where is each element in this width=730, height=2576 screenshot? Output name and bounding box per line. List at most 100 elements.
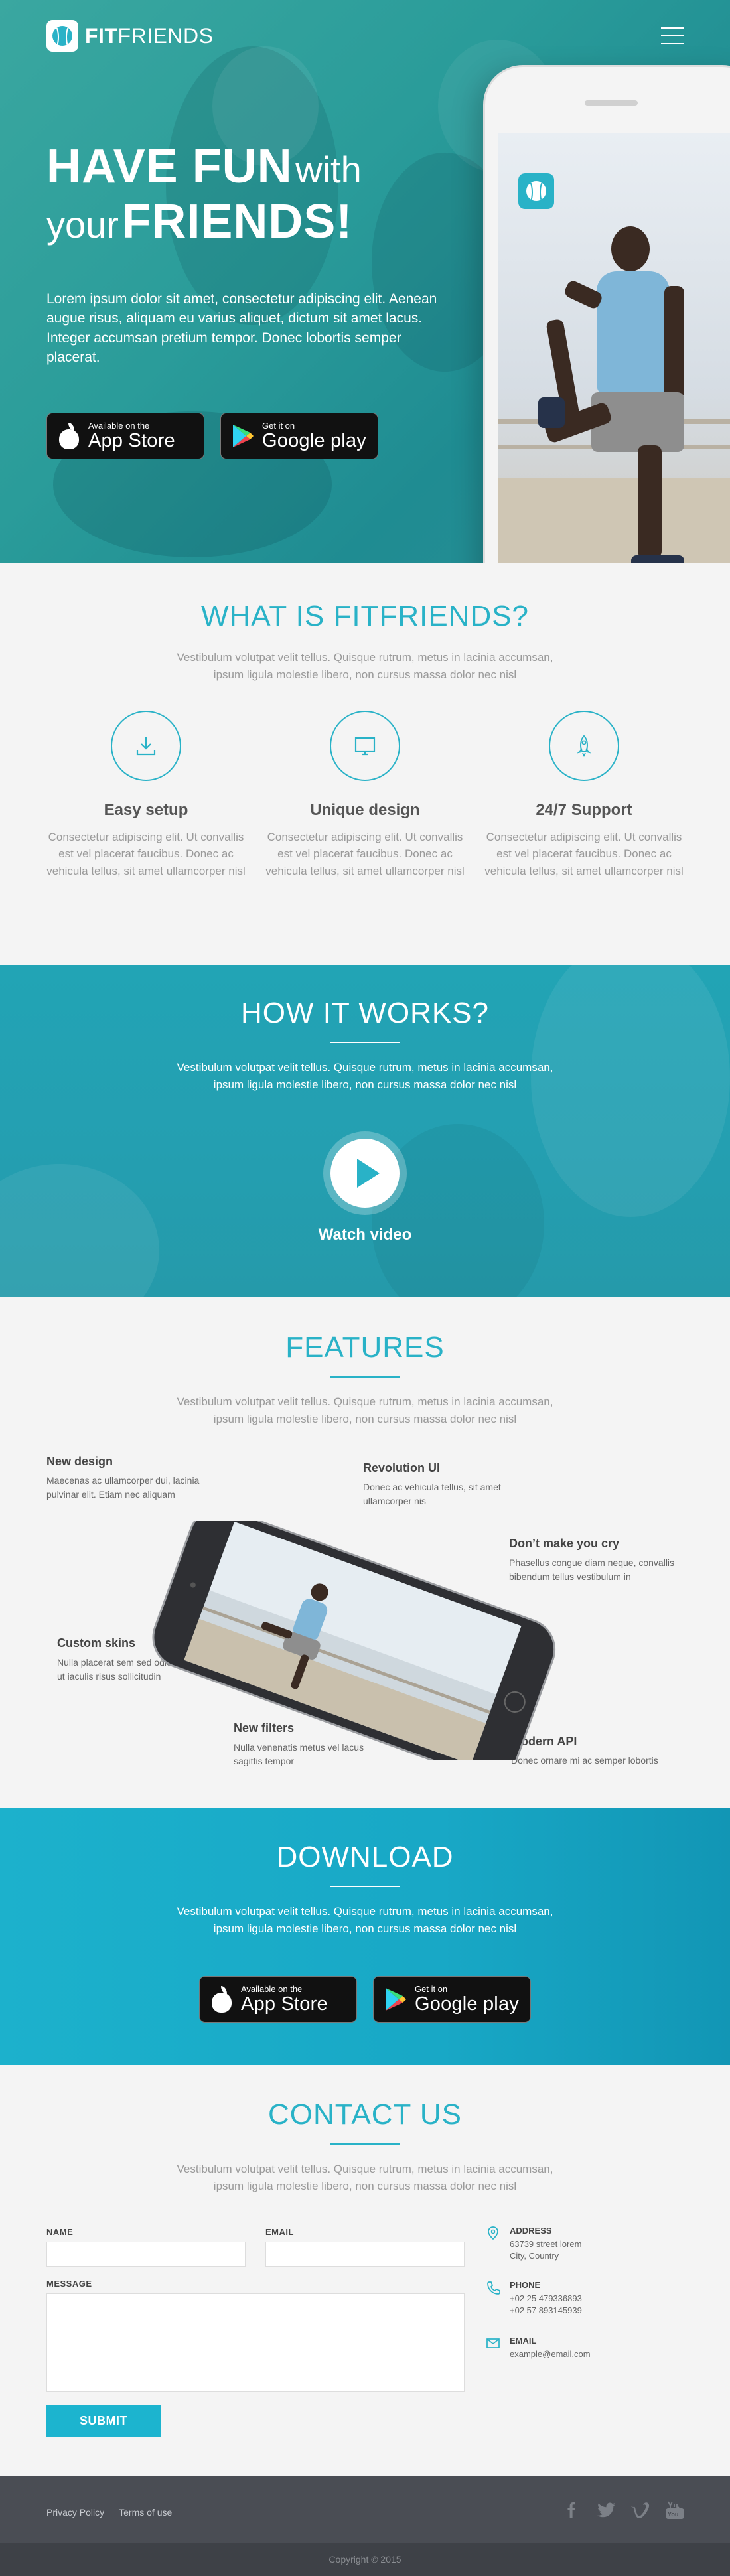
apple-icon xyxy=(210,1986,233,2013)
play-video-button[interactable] xyxy=(323,1131,407,1215)
rocket-icon xyxy=(549,710,619,781)
message-label: MESSAGE xyxy=(46,2279,92,2289)
benefit-title: Unique design xyxy=(310,800,420,819)
phone-mockup xyxy=(483,65,730,563)
brand-name-bold: FIT xyxy=(85,23,118,48)
feature-new-design: New design Maecenas ac ullamcorper dui, … xyxy=(46,1455,239,1502)
download-section: DOWNLOAD Vestibulum volutpat velit tellu… xyxy=(0,1808,730,2065)
location-pin-icon xyxy=(488,2226,498,2240)
vimeo-icon[interactable] xyxy=(630,2500,650,2520)
title-divider xyxy=(330,1042,400,1043)
brand-name: FITFRIENDS xyxy=(85,24,213,48)
title-divider xyxy=(330,1376,400,1378)
google-play-button[interactable]: Get it on Google play xyxy=(220,413,378,459)
google-play-icon xyxy=(232,423,254,449)
menu-icon[interactable] xyxy=(661,27,684,44)
play-icon xyxy=(357,1158,380,1188)
features-description-line-1: Vestibulum volutpat velit tellus. Quisqu… xyxy=(177,1395,553,1408)
top-navigation: FITFRIENDS xyxy=(46,20,684,52)
google-play-small-label: Get it on xyxy=(415,1983,448,1994)
contact-description-line-1: Vestibulum volutpat velit tellus. Quisqu… xyxy=(177,2163,553,2175)
benefit-text: Consectetur adipiscing elit. Ut convalli… xyxy=(265,830,465,877)
hero-description: Lorem ipsum dolor sit amet, consectetur … xyxy=(46,291,437,366)
features-description: Vestibulum volutpat velit tellus. Quisqu… xyxy=(0,1394,730,1429)
feature-title: New design xyxy=(46,1455,113,1468)
benefit-support: 24/7 Support Consectetur adipiscing elit… xyxy=(475,710,694,880)
download-description-line-2: ipsum ligula molestie libero, non cursus… xyxy=(213,1922,517,1936)
contact-description: Vestibulum volutpat velit tellus. Quisqu… xyxy=(0,2161,730,2196)
address-line: City, Country xyxy=(510,2251,559,2261)
benefit-easy-setup: Easy setup Consectetur adipiscing elit. … xyxy=(36,710,256,880)
benefit-text: Consectetur adipiscing elit. Ut convalli… xyxy=(484,830,684,877)
benefit-text: Consectetur adipiscing elit. Ut convalli… xyxy=(46,830,246,877)
phone-speaker xyxy=(585,100,638,106)
contact-section: CONTACT US Vestibulum volutpat velit tel… xyxy=(0,2065,730,2476)
hero-title-your: your xyxy=(46,203,119,246)
feature-text: Maecenas ac ullamcorper dui, lacinia pulv… xyxy=(46,1475,200,1500)
download-description-line-1: Vestibulum volutpat velit tellus. Quisqu… xyxy=(177,1905,553,1918)
what-is-description: Vestibulum volutpat velit tellus. Quisqu… xyxy=(0,649,730,684)
features-description-line-2: ipsum ligula molestie libero, non cursus… xyxy=(213,1413,517,1426)
address-line: 63739 street lorem xyxy=(510,2239,582,2249)
feature-text: Donec ac vehicula tellus, sit amet ullamc… xyxy=(363,1482,501,1506)
email-label: EMAIL xyxy=(265,2227,294,2237)
download-description: Vestibulum volutpat velit tellus. Quisqu… xyxy=(0,1903,730,1938)
social-links: You xyxy=(561,2500,685,2520)
google-play-label: Google play xyxy=(415,1993,519,2015)
submit-button[interactable]: SUBMIT xyxy=(46,2405,161,2437)
phone-title: PHONE xyxy=(510,2280,541,2290)
envelope-icon xyxy=(486,2338,500,2348)
google-play-small-label: Get it on xyxy=(262,420,295,431)
app-store-small-label: Available on the xyxy=(88,420,150,431)
hero-section: FITFRIENDS HAVE FUN with your FRIENDS! L… xyxy=(0,0,730,563)
app-store-button[interactable]: Available on the App Store xyxy=(46,413,204,459)
name-field[interactable] xyxy=(46,2242,246,2267)
privacy-policy-link[interactable]: Privacy Policy xyxy=(46,2507,104,2518)
copyright-text: Copyright © 2015 xyxy=(0,2543,730,2576)
how-it-works-title: HOW IT WORKS? xyxy=(241,997,489,1029)
phone-number: +02 25 479336893 xyxy=(510,2293,582,2303)
contact-title: CONTACT US xyxy=(268,2098,462,2131)
google-play-button[interactable]: Get it on Google play xyxy=(373,1976,531,2023)
google-play-icon xyxy=(384,1987,407,2012)
email-field[interactable] xyxy=(265,2242,465,2267)
benefit-title: 24/7 Support xyxy=(536,800,632,819)
youtube-icon[interactable]: You xyxy=(665,2500,685,2520)
hero-title-line-1: HAVE FUN xyxy=(46,140,293,193)
svg-text:You: You xyxy=(668,2511,678,2518)
google-play-label: Google play xyxy=(262,429,366,451)
what-is-section: WHAT IS FITFRIENDS? Vestibulum volutpat … xyxy=(0,563,730,965)
how-it-works-section: HOW IT WORKS? Vestibulum volutpat velit … xyxy=(0,965,730,1297)
hero-title-line-2: FRIENDS! xyxy=(121,194,353,248)
title-divider xyxy=(330,1886,400,1887)
what-is-description-line-2: ipsum ligula molestie libero, non cursus… xyxy=(213,668,517,681)
hero-title: HAVE FUN with your FRIENDS! xyxy=(46,139,362,250)
email-title: EMAIL xyxy=(510,2336,537,2346)
landscape-phone-mockup xyxy=(152,1521,556,1760)
download-icon xyxy=(111,710,181,781)
name-label: NAME xyxy=(46,2227,74,2237)
app-store-label: App Store xyxy=(241,1993,328,2015)
footer: Privacy Policy Terms of use You Copyrigh… xyxy=(0,2476,730,2576)
what-is-description-line-1: Vestibulum volutpat velit tellus. Quisqu… xyxy=(177,651,553,664)
address-title: ADDRESS xyxy=(510,2226,552,2236)
watch-video-link[interactable]: Watch video xyxy=(0,1226,730,1244)
brand-logo[interactable]: FITFRIENDS xyxy=(46,20,213,52)
app-store-button[interactable]: Available on the App Store xyxy=(199,1976,357,2023)
hero-title-with: with xyxy=(295,149,362,190)
how-it-works-description: Vestibulum volutpat velit tellus. Quisqu… xyxy=(0,1059,730,1094)
what-is-title: WHAT IS FITFRIENDS? xyxy=(200,600,530,632)
message-textarea[interactable] xyxy=(46,2293,465,2392)
email-address-link[interactable]: example@email.com xyxy=(510,2349,591,2359)
title-divider xyxy=(330,2143,400,2145)
app-logo-badge xyxy=(518,173,554,209)
features-section: FEATURES Vestibulum volutpat velit tellu… xyxy=(0,1297,730,1808)
features-title: FEATURES xyxy=(285,1331,445,1364)
twitter-icon[interactable] xyxy=(596,2500,616,2520)
download-title: DOWNLOAD xyxy=(276,1841,454,1873)
facebook-icon[interactable] xyxy=(561,2500,581,2520)
contact-description-line-2: ipsum ligula molestie libero, non cursus… xyxy=(213,2180,517,2193)
phone-number: +02 57 893145939 xyxy=(510,2305,582,2315)
terms-of-use-link[interactable]: Terms of use xyxy=(119,2507,172,2518)
how-it-works-description-line-2: ipsum ligula molestie libero, non cursus… xyxy=(213,1078,517,1092)
